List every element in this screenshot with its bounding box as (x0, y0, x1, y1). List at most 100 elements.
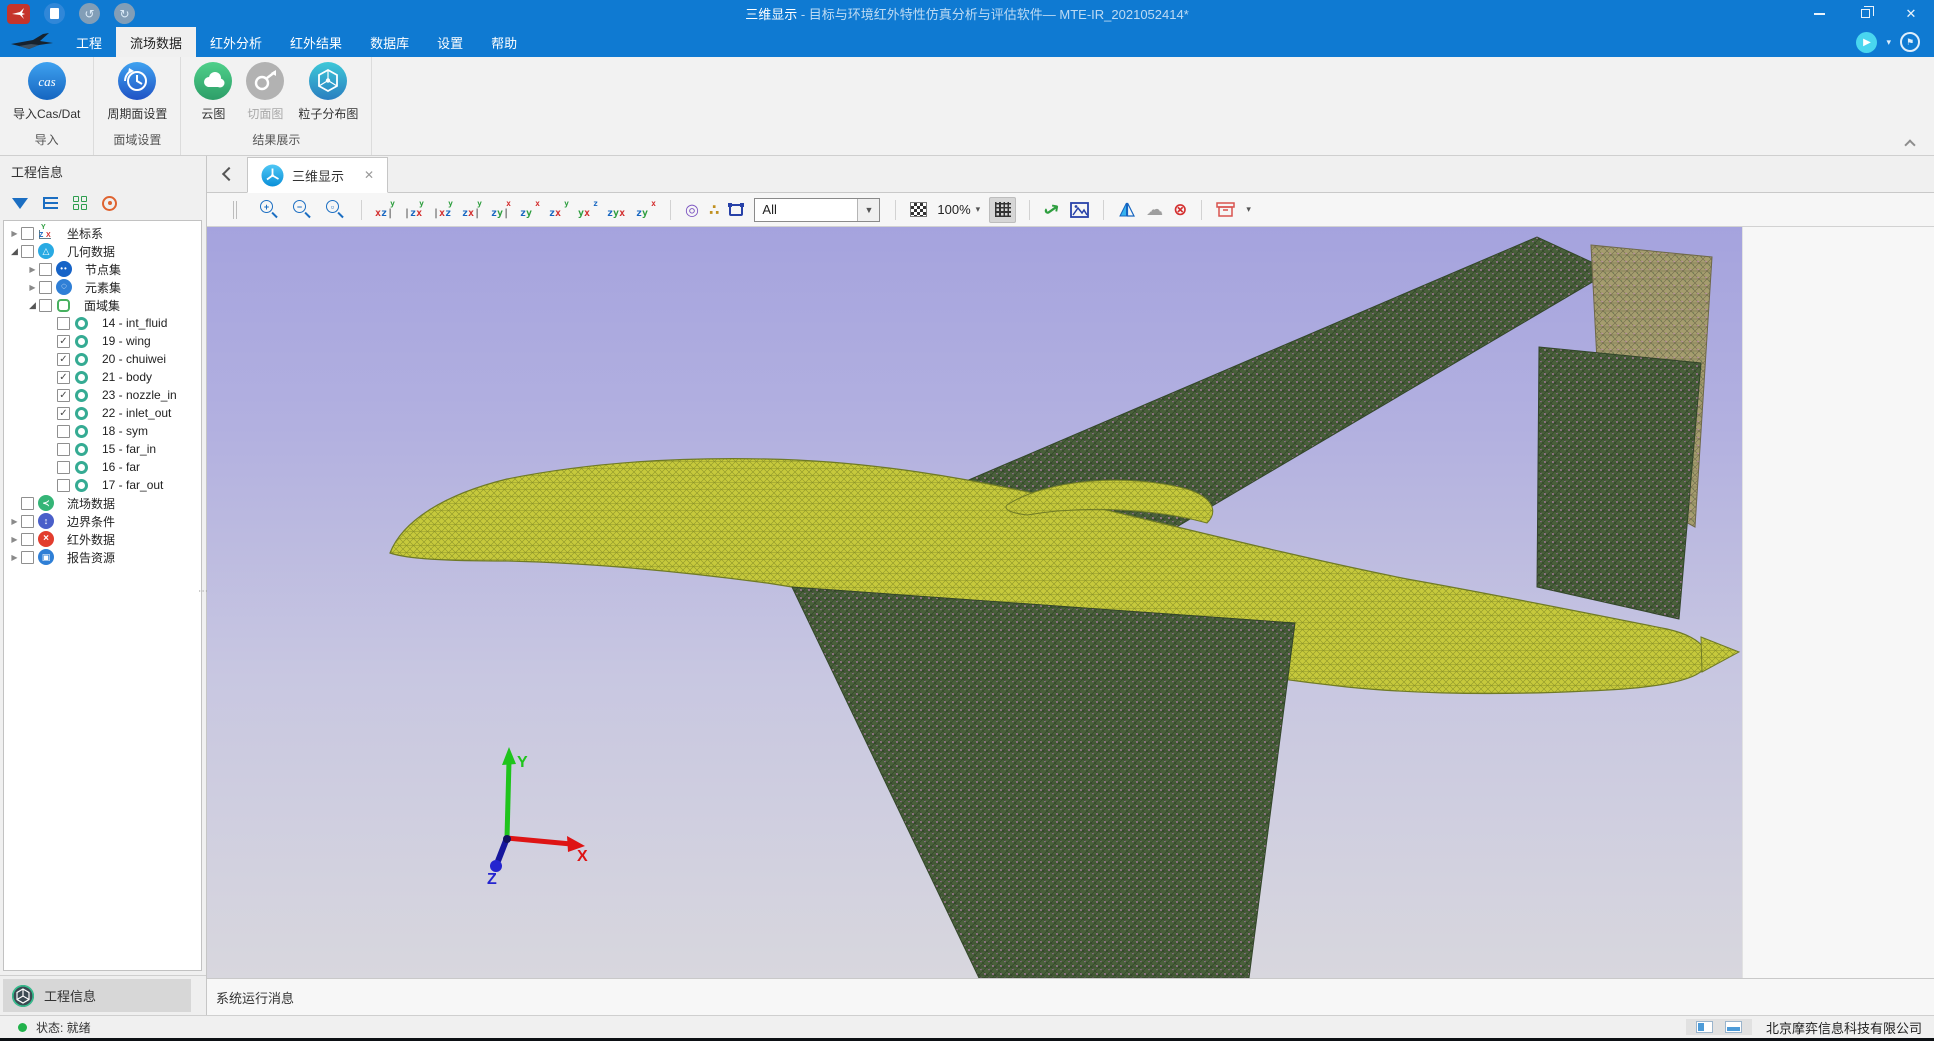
undo-button[interactable]: ↺ (79, 3, 100, 24)
section-plane-button[interactable]: 切面图 (239, 62, 291, 122)
axis-view-button[interactable]: y|zx (403, 199, 426, 221)
restore-button[interactable] (1842, 0, 1888, 27)
tree-checkbox[interactable]: ✓ (57, 407, 70, 420)
tree-checkbox[interactable]: ✓ (57, 389, 70, 402)
box-select-icon[interactable] (724, 197, 748, 223)
tree-expand-icon[interactable]: ▶ (26, 283, 39, 292)
mesh-display-toggle[interactable] (989, 197, 1016, 223)
tree-item[interactable]: ✓19 - wing (4, 332, 201, 350)
tree-item[interactable]: ≺流场数据 (4, 494, 201, 512)
layout-left-panel-icon[interactable] (1696, 1021, 1713, 1033)
tree-checkbox[interactable]: ✓ (57, 371, 70, 384)
toolbar-grip[interactable] (233, 201, 237, 219)
tree-item[interactable]: ▶×红外数据 (4, 530, 201, 548)
tree-checkbox[interactable] (57, 425, 70, 438)
panel-collapse-arrow-icon[interactable] (207, 156, 247, 192)
tree-item[interactable]: ✓21 - body (4, 368, 201, 386)
menu-item-settings[interactable]: 设置 (423, 27, 477, 57)
tree-expand-icon[interactable]: ▶ (8, 535, 21, 544)
tree-checkbox[interactable] (39, 263, 52, 276)
tab-close-icon[interactable]: ✕ (364, 168, 374, 182)
axis-view-button[interactable]: y|xz (432, 199, 455, 221)
grid-view-icon[interactable] (73, 196, 87, 210)
tree-checkbox[interactable] (21, 533, 34, 546)
menu-item-database[interactable]: 数据库 (356, 27, 423, 57)
tree-checkbox[interactable] (57, 479, 70, 492)
tree-item[interactable]: 16 - far (4, 458, 201, 476)
menu-item-ir-results[interactable]: 红外结果 (276, 27, 356, 57)
zoom-fit-button[interactable]: ▫ (326, 200, 345, 219)
screenshot-icon[interactable] (1065, 197, 1094, 223)
3d-viewport[interactable]: Y X Z (207, 227, 1742, 978)
mirror-icon[interactable] (1113, 197, 1141, 223)
contour-cloud-button[interactable]: 云图 (187, 62, 239, 122)
combo-dropdown-icon[interactable]: ▼ (857, 199, 879, 221)
collapse-list-icon[interactable] (43, 197, 58, 209)
periodic-face-button[interactable]: 周期面设置 (100, 62, 174, 122)
axis-view-button[interactable]: xzy| (490, 199, 513, 221)
axis-view-button[interactable]: yxz| (374, 199, 397, 221)
tree-item[interactable]: ▶↕边界条件 (4, 512, 201, 530)
tree-checkbox[interactable] (57, 443, 70, 456)
tree-expand-icon[interactable]: ◢ (26, 300, 39, 311)
tree-item[interactable]: ▶YZX坐标系 (4, 224, 201, 242)
tree-checkbox[interactable] (21, 227, 34, 240)
tree-checkbox[interactable] (21, 515, 34, 528)
tab-3d-view[interactable]: 三维显示 ✕ (247, 157, 388, 193)
menu-item-help[interactable]: 帮助 (477, 27, 531, 57)
tree-item[interactable]: 17 - far_out (4, 476, 201, 494)
menu-item-ir-analysis[interactable]: 红外分析 (196, 27, 276, 57)
axis-view-button[interactable]: zyx (577, 199, 600, 221)
layout-bottom-panel-icon[interactable] (1725, 1021, 1742, 1033)
tree-item[interactable]: ✓22 - inlet_out (4, 404, 201, 422)
chevron-down-icon[interactable]: ▾ (1246, 204, 1251, 215)
tree-checkbox[interactable] (39, 281, 52, 294)
zoom-level-control[interactable]: 100% ▾ (932, 202, 985, 217)
flag-icon[interactable]: ⚑ (1900, 32, 1920, 52)
axis-view-button[interactable]: yzx (548, 199, 571, 221)
tree-checkbox[interactable]: ✓ (57, 353, 70, 366)
tree-checkbox[interactable]: ✓ (57, 335, 70, 348)
new-document-button[interactable] (44, 3, 65, 24)
cloud-outline-icon[interactable]: ☁ (1141, 197, 1168, 223)
tree-expand-icon[interactable]: ▶ (8, 553, 21, 562)
locate-target-icon[interactable] (102, 196, 117, 211)
app-menu-button[interactable] (7, 4, 30, 24)
panel-splitter[interactable]: ⋮ (200, 586, 204, 596)
display-filter-select[interactable]: All ▼ (754, 198, 880, 222)
package-icon[interactable] (1211, 197, 1240, 223)
tree-expand-icon[interactable]: ▶ (8, 229, 21, 238)
tree-item[interactable]: ✓20 - chuiwei (4, 350, 201, 368)
tree-checkbox[interactable] (21, 551, 34, 564)
tree-item[interactable]: ◢△几何数据 (4, 242, 201, 260)
tree-expand-icon[interactable]: ▶ (26, 265, 39, 274)
ribbon-collapse-button[interactable] (1905, 138, 1914, 147)
tree-checkbox[interactable] (57, 461, 70, 474)
tree-item[interactable]: 15 - far_in (4, 440, 201, 458)
chevron-down-icon[interactable]: ▾ (1886, 37, 1891, 48)
menu-item-engineering[interactable]: 工程 (62, 27, 116, 57)
tree-checkbox[interactable] (21, 497, 34, 510)
tree-expand-icon[interactable]: ◢ (8, 246, 21, 257)
tree-expand-icon[interactable]: ▶ (8, 517, 21, 526)
tree-checkbox[interactable] (39, 299, 52, 312)
axis-view-button[interactable]: xzy (519, 199, 542, 221)
probe-point-icon[interactable]: ◎ (680, 197, 704, 223)
tree-item[interactable]: ◢面域集 (4, 296, 201, 314)
record-icon[interactable]: ▶ (1856, 32, 1877, 53)
close-button[interactable]: ✕ (1888, 0, 1934, 27)
particle-distribution-button[interactable]: 粒子分布图 (291, 62, 365, 122)
axis-view-button[interactable]: xzy (635, 199, 658, 221)
tree-checkbox[interactable] (21, 245, 34, 258)
node-display-icon[interactable]: ∴ (704, 197, 724, 223)
tree-checkbox[interactable] (57, 317, 70, 330)
redo-button[interactable]: ↻ (114, 3, 135, 24)
project-info-tab[interactable]: 工程信息 (3, 979, 191, 1012)
axis-view-button[interactable]: zyx (606, 199, 629, 221)
filter-icon[interactable] (12, 198, 28, 209)
minimize-button[interactable] (1796, 0, 1842, 27)
tree-item[interactable]: 14 - int_fluid (4, 314, 201, 332)
menu-item-flowfield-data[interactable]: 流场数据 (116, 27, 196, 57)
tree-item[interactable]: ▶▣报告资源 (4, 548, 201, 566)
tree-item[interactable]: ▶◌元素集 (4, 278, 201, 296)
